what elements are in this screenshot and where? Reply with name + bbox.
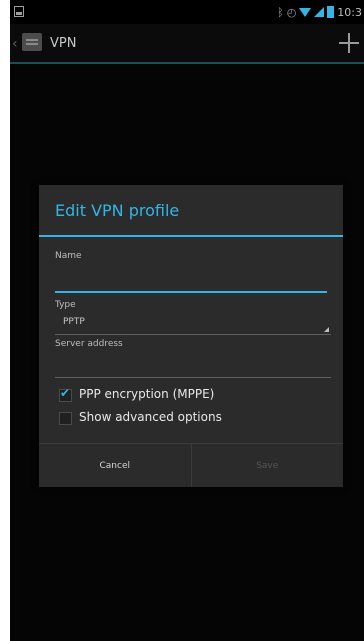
edit-vpn-profile-dialog: Edit VPN profile Name Type PPTP Server a…	[39, 185, 343, 487]
server-address-input[interactable]	[55, 353, 331, 378]
title-divider	[39, 235, 343, 237]
ppp-encryption-label: PPP encryption (MPPE)	[79, 387, 215, 401]
status-bar: ᛒ ◴ 10:3	[10, 0, 364, 24]
back-icon: ‹	[12, 36, 18, 52]
notification-icon	[14, 6, 24, 17]
type-label: Type	[55, 300, 76, 310]
save-button[interactable]: Save	[192, 444, 344, 487]
action-bar: ‹ VPN	[10, 24, 364, 64]
advanced-options-option[interactable]: Show advanced options	[59, 409, 319, 429]
cancel-button[interactable]: Cancel	[39, 444, 192, 487]
clock: 10:3	[337, 5, 362, 19]
spinner-arrow-icon	[324, 327, 329, 332]
type-value: PPTP	[63, 317, 85, 327]
name-input[interactable]	[55, 267, 327, 293]
back-button[interactable]: ‹	[10, 28, 50, 60]
add-icon[interactable]	[336, 30, 362, 56]
battery-icon	[327, 6, 335, 18]
bluetooth-icon: ᛒ	[277, 5, 284, 19]
phone-screen: ᛒ ◴ 10:3 ‹ VPN Edit VPN profile Name Typ…	[10, 0, 364, 641]
dialog-button-bar: Cancel Save	[39, 444, 343, 487]
signal-icon	[314, 7, 325, 17]
type-dropdown[interactable]: PPTP	[55, 313, 331, 335]
name-label: Name	[55, 251, 82, 261]
server-address-label: Server address	[55, 339, 123, 349]
status-icons: ᛒ ◴ 10:3	[277, 4, 362, 20]
ppp-encryption-option[interactable]: PPP encryption (MPPE)	[59, 386, 319, 406]
dialog-title: Edit VPN profile	[55, 201, 180, 220]
advanced-options-label: Show advanced options	[79, 410, 222, 424]
page-title: VPN	[50, 36, 77, 51]
wifi-icon	[299, 7, 312, 17]
settings-app-icon	[22, 33, 42, 51]
ppp-encryption-checkbox[interactable]	[59, 386, 72, 402]
alarm-icon: ◴	[286, 5, 297, 19]
advanced-options-checkbox[interactable]	[59, 412, 72, 425]
